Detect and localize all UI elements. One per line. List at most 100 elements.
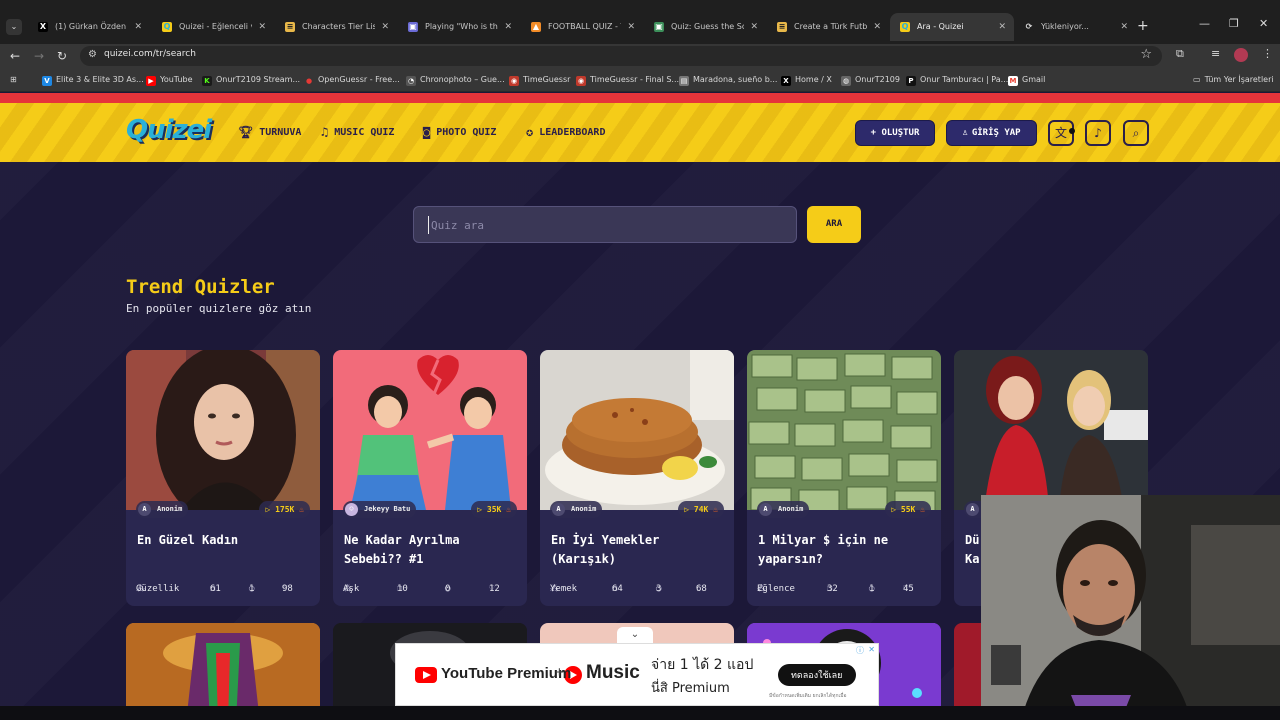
user-icon: ♙: [962, 128, 968, 138]
browser-tab-active[interactable]: Q Ara - Quizei ✕: [890, 13, 1014, 41]
nav-turnuva[interactable]: 🏆︎ TURNUVA: [238, 125, 301, 139]
bookmark-item[interactable]: X Home / X: [781, 74, 832, 86]
play-count-badge: ▷ 74K ♨: [678, 501, 724, 518]
browser-tab[interactable]: ≡ Create a Türk Futbol ✕: [767, 13, 889, 41]
question-count-value: 32: [827, 584, 838, 594]
quiz-card[interactable]: A Anonim ▷ 55K ♨ 1 Milyar $ için ne yapar…: [747, 350, 941, 606]
login-button[interactable]: ♙ GİRİŞ YAP: [946, 120, 1037, 146]
quiz-title[interactable]: En İyi Yemekler (Karışık): [551, 531, 727, 569]
chevron-down-icon[interactable]: ⌄: [617, 627, 653, 643]
create-button[interactable]: + OLUŞTUR: [855, 120, 935, 146]
bookmark-label: Gmail: [1022, 75, 1046, 84]
site-info-icon[interactable]: ⚙: [88, 49, 97, 60]
close-icon[interactable]: ✕: [873, 13, 881, 41]
nav-leaderboard[interactable]: ✪ LEADERBOARD: [526, 125, 605, 139]
bookmark-item[interactable]: ◉ TimeGuessr: [509, 74, 570, 86]
quizei-logo[interactable]: Quizei: [126, 115, 212, 145]
browser-tab[interactable]: ▣ Playing "Who is this F ✕: [398, 13, 520, 41]
close-icon[interactable]: ✕: [627, 13, 635, 41]
menu-icon[interactable]: ⋮: [1262, 47, 1273, 60]
tab-favicon: ▲: [531, 22, 541, 32]
address-bar[interactable]: ⚙ quizei.com/tr/search ☆: [80, 46, 1162, 66]
bookmark-item[interactable]: ▤ Maradona, sueño b...: [679, 74, 777, 86]
restore-icon[interactable]: ❐: [1229, 17, 1239, 30]
bookmark-item[interactable]: ◔ Chronophoto – Gue...: [406, 74, 505, 86]
play-icon: ▷: [891, 505, 901, 514]
login-label: GİRİŞ YAP: [971, 128, 1021, 138]
extensions-icon[interactable]: ⧉: [1176, 47, 1184, 61]
play-count: 74K: [693, 505, 709, 514]
browser-tab[interactable]: ⟳ Yükleniyor... ✕: [1014, 13, 1136, 41]
close-icon[interactable]: ✕: [998, 13, 1006, 41]
close-icon[interactable]: ✕: [504, 13, 512, 41]
nav-photo-quiz[interactable]: ◙ PHOTO QUIZ: [423, 125, 496, 139]
card-meta: A Anonim ▷ 74K ♨: [540, 501, 734, 521]
bookmark-item[interactable]: K OnurT2109 Stream...: [202, 74, 300, 86]
back-icon[interactable]: ←: [10, 48, 20, 64]
window-close-icon[interactable]: ✕: [1259, 17, 1268, 30]
bell-icon[interactable]: ♪: [1085, 120, 1111, 146]
bookmark-label: OnurT2109 Stream...: [216, 75, 301, 84]
tab-favicon: ≡: [285, 22, 295, 32]
browser-tab-bar: ⌄ X (1) Gürkan Özden (@ ✕ Q Quizei - Eğl…: [0, 0, 1280, 44]
webcam-overlay: [981, 495, 1280, 720]
close-icon[interactable]: ✕: [134, 13, 142, 41]
award-icon: ✪: [526, 125, 534, 139]
ad-info-icon[interactable]: ⓘ: [856, 645, 864, 656]
media-icon[interactable]: ≡: [1211, 47, 1220, 60]
url-text[interactable]: quizei.com/tr/search: [104, 49, 196, 59]
new-tab-button[interactable]: +: [1137, 17, 1149, 35]
bookmark-item[interactable]: V Elite 3 & Elite 3D As...: [42, 74, 144, 86]
author-badge: ☺ Jekeyy Batu: [343, 501, 417, 518]
quiz-card[interactable]: A Anonim ▷ 175K ♨ En Güzel Kadın ⁂ Güzelli…: [126, 350, 320, 606]
quizei-page: Quizei 🏆︎ TURNUVA ♫ MUSIC QUIZ ◙ PHOTO QUIZ…: [0, 93, 1280, 720]
bookmark-star-icon[interactable]: ☆: [1140, 47, 1152, 62]
author-name: Anonim: [778, 505, 804, 513]
close-icon[interactable]: ✕: [1120, 13, 1128, 41]
quiz-title[interactable]: Ne Kadar Ayrılma Sebebi?? #1: [344, 531, 520, 569]
category-label: Güzellik: [136, 584, 180, 594]
apps-icon[interactable]: ⊞: [10, 74, 17, 86]
close-icon[interactable]: ✕: [258, 13, 266, 41]
nav-music-quiz[interactable]: ♫ MUSIC QUIZ: [321, 125, 394, 139]
quiz-title[interactable]: En Güzel Kadın: [137, 531, 313, 550]
ad-cta-button[interactable]: ทดลองใช้เลย: [791, 668, 842, 682]
close-icon[interactable]: ✕: [381, 13, 389, 41]
bookmark-label: Onur Tamburacı | Pa...: [920, 75, 1009, 84]
quiz-card[interactable]: A Anonim ▷ 74K ♨ En İyi Yemekler (Karışık…: [540, 350, 734, 606]
nav-label: MUSIC QUIZ: [334, 127, 395, 138]
profile-avatar[interactable]: [1234, 48, 1248, 62]
bookmark-item[interactable]: ▶ YouTube: [146, 74, 193, 86]
minimize-icon[interactable]: —: [1199, 17, 1210, 30]
bookmark-item[interactable]: P Onur Tamburacı | Pa...: [906, 74, 1008, 86]
browser-tab[interactable]: ▣ Quiz: Guess the Socc ✕: [644, 13, 766, 41]
quiz-thumbnail: [954, 350, 1148, 510]
browser-tab[interactable]: ≡ Characters Tier List Te ✕: [275, 13, 397, 41]
browser-tab[interactable]: X (1) Gürkan Özden (@ ✕: [28, 13, 150, 41]
browser-tab[interactable]: ▲ FOOTBALL QUIZ - Tri ✕: [521, 13, 643, 41]
quiz-title[interactable]: 1 Milyar $ için ne yaparsın?: [758, 531, 934, 569]
ad-close-icon[interactable]: ✕: [868, 645, 875, 654]
bookmark-item[interactable]: ◍ OnurT2109: [841, 74, 900, 86]
close-icon[interactable]: ✕: [750, 13, 758, 41]
quiz-card[interactable]: ☺ Jekeyy Batu ▷ 35K ♨ Ne Kadar Ayrılma Se…: [333, 350, 527, 606]
tab-search-button[interactable]: ⌄: [6, 19, 22, 35]
search-icon[interactable]: ⌕: [1123, 120, 1149, 146]
bookmark-item[interactable]: ● OpenGuessr - Free...: [304, 74, 400, 86]
nav-label: PHOTO QUIZ: [436, 127, 497, 138]
all-bookmarks[interactable]: ▭ Tüm Yer İşaretleri: [1193, 74, 1274, 86]
section-subtitle: En popüler quizlere göz atın: [126, 302, 312, 315]
forward-icon[interactable]: →: [34, 48, 44, 64]
quiz-thumbnail: [126, 350, 320, 510]
bookmark-item[interactable]: M Gmail: [1008, 74, 1045, 86]
bookmark-item[interactable]: ◉ TimeGuessr - Final S...: [576, 74, 679, 86]
search-input[interactable]: [428, 216, 778, 234]
advertisement-banner[interactable]: YouTube Premium + Music จ่าย 1 ได้ 2 แอป…: [395, 643, 879, 706]
browser-tab[interactable]: Q Quizei - Eğlenceli ve ✕: [152, 13, 274, 41]
search-button[interactable]: ARA: [807, 206, 861, 243]
tab-favicon: ▣: [408, 22, 418, 32]
reload-icon[interactable]: ↻: [57, 48, 67, 64]
fire-icon: ♨: [915, 505, 925, 514]
play-count: 55K: [900, 505, 916, 514]
tab-title: Characters Tier List Te: [302, 22, 375, 31]
